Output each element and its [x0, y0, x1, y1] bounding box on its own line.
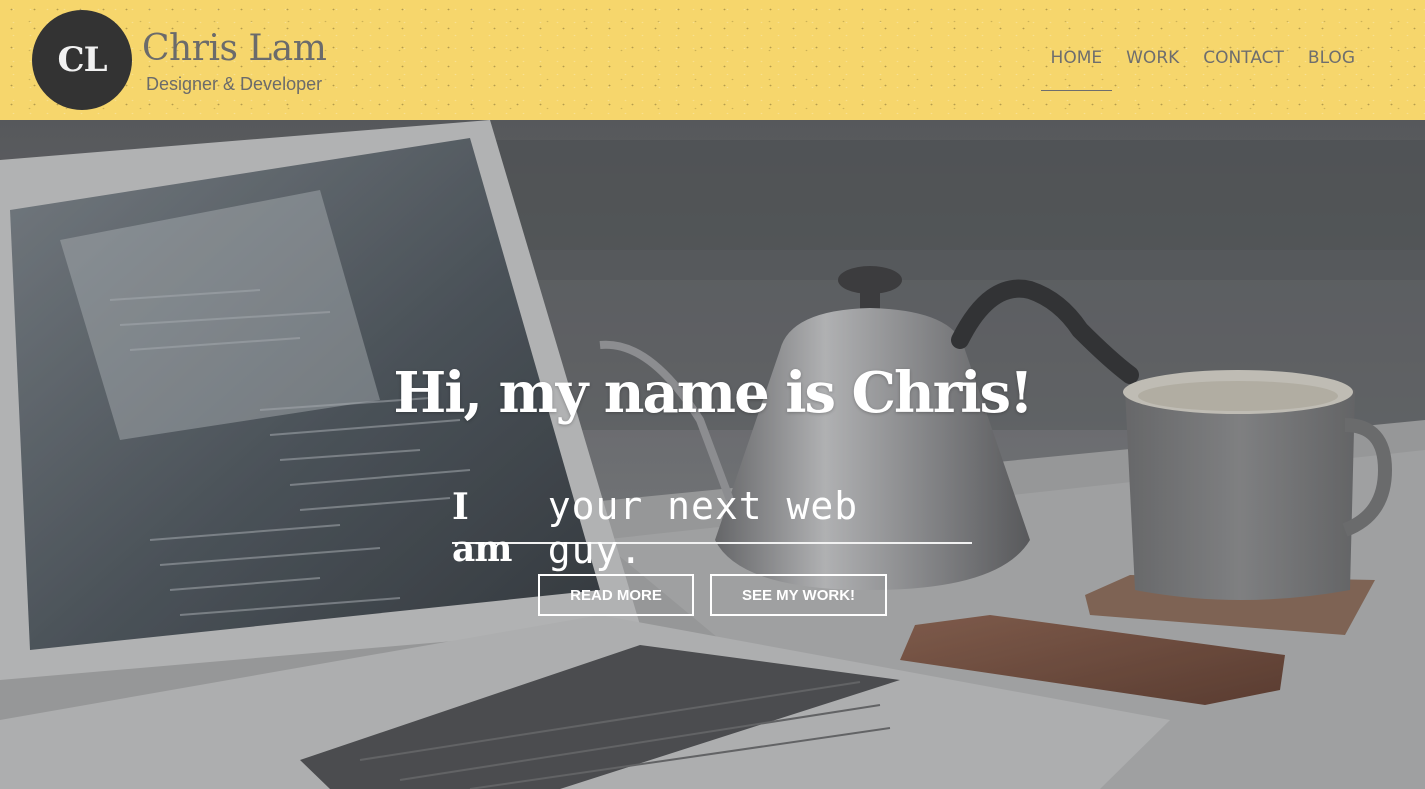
nav-item-blog[interactable]: BLOG	[1296, 48, 1367, 92]
brand-name[interactable]: Chris Lam	[142, 28, 327, 69]
hero-overlay	[0, 120, 1425, 789]
hero-section: Hi, my name is Chris! I am your next web…	[0, 120, 1425, 789]
hero-lead-text: I am	[452, 486, 512, 570]
main-nav: HOME WORK CONTACT BLOG	[1039, 48, 1367, 92]
nav-item-contact[interactable]: CONTACT	[1191, 48, 1296, 92]
logo-initials: CL	[57, 40, 108, 80]
see-my-work-button[interactable]: SEE MY WORK!	[710, 574, 887, 616]
nav-item-work[interactable]: WORK	[1114, 48, 1191, 92]
hero-typed-text: your next web guy.	[547, 484, 859, 572]
hero-cta-row: READ MORE SEE MY WORK!	[538, 574, 887, 616]
brand-tagline: Designer & Developer	[146, 74, 323, 94]
hero-typed-line: I am your next web guy.	[452, 484, 972, 572]
read-more-button[interactable]: READ MORE	[538, 574, 694, 616]
site-header: CL Chris Lam Designer & Developer HOME W…	[0, 0, 1425, 120]
hero-title: Hi, my name is Chris!	[393, 360, 1033, 426]
logo-badge[interactable]: CL	[32, 10, 132, 110]
nav-item-home[interactable]: HOME	[1039, 48, 1115, 92]
